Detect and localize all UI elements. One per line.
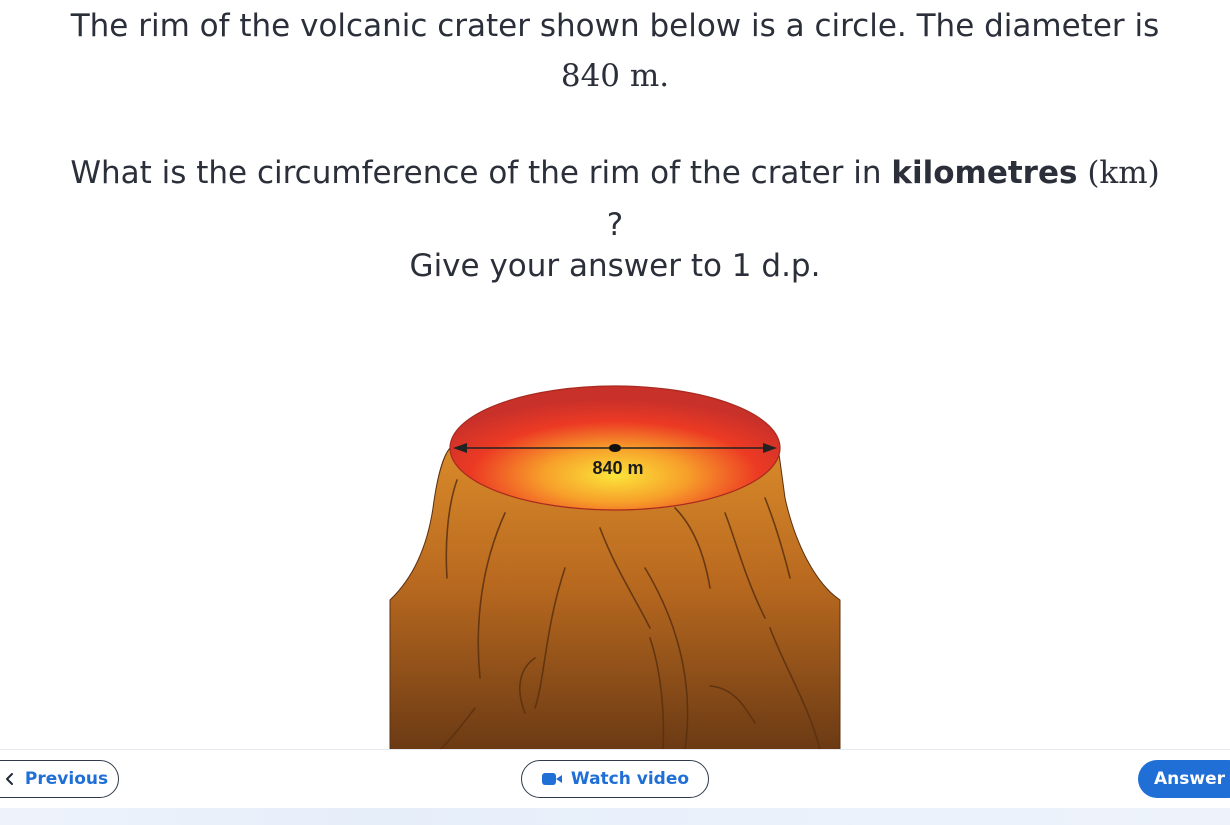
question-text-intro: The rim of the volcanic crater shown bel… [70,8,1160,44]
previous-label: Previous [24,769,109,789]
question-page: The rim of the volcanic crater shown bel… [0,0,1230,825]
question-line-4: ? [0,207,1230,243]
previous-button[interactable]: Previous [0,760,119,798]
center-point [609,444,621,452]
question-mark: ? [606,207,624,243]
question-line-1: The rim of the volcanic crater shown bel… [0,8,1230,44]
question-line-3: What is the circumference of the rim of … [0,155,1230,191]
video-camera-icon [541,773,562,785]
chevron-left-icon [5,773,13,785]
question-prompt: What is the circumference of the rim of … [70,155,892,191]
watch-video-button[interactable]: Watch video [521,760,709,798]
diameter-value: 840 m. [560,58,670,94]
unit-symbol: (km) [1087,155,1160,191]
unit-word: kilometres [891,155,1078,191]
footer-divider [0,749,1230,750]
question-line-5: Give your answer to 1 d.p. [0,248,1230,284]
volcano-illustration: 840 m [389,385,841,750]
answer-instruction: Give your answer to 1 d.p. [409,248,821,284]
answer-button[interactable]: Answer [1138,760,1230,798]
answer-label: Answer [1154,769,1225,789]
watch-video-label: Watch video [570,769,690,789]
footer-band [0,808,1230,825]
diameter-label: 840 m [592,458,643,478]
question-line-2: 840 m. [0,58,1230,94]
